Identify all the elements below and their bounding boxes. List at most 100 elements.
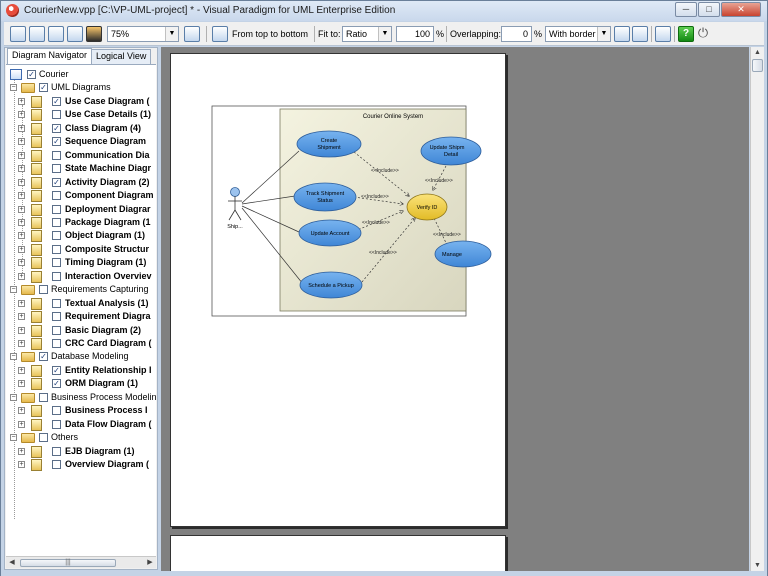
include-checkbox[interactable]: ✓ (39, 352, 48, 362)
tree-item[interactable]: + Interaction Overviev (6, 270, 156, 283)
expand-icon[interactable]: + (18, 407, 25, 415)
expand-icon[interactable]: + (18, 151, 25, 159)
tree-item[interactable]: + Deployment Diagrar (6, 203, 156, 216)
tree-group[interactable]: − Requirements Capturing (6, 283, 156, 296)
grayscale-toggle-icon[interactable] (86, 26, 102, 42)
include-checkbox[interactable] (52, 204, 61, 214)
tree-group[interactable]: − ✓ UML Diagrams (6, 81, 156, 94)
expand-icon[interactable]: + (18, 326, 25, 334)
collapse-icon[interactable]: − (10, 84, 17, 92)
tree-item[interactable]: + ✓ Sequence Diagram (6, 135, 156, 149)
include-checkbox[interactable]: ✓ (52, 123, 61, 133)
include-checkbox[interactable] (52, 191, 61, 201)
expand-icon[interactable]: + (18, 232, 25, 240)
tree-item[interactable]: + Basic Diagram (2) (6, 324, 156, 337)
include-checkbox[interactable] (52, 406, 61, 416)
tree-item[interactable]: + Package Diagram (1 (6, 216, 156, 229)
scroll-thumb[interactable]: ||| (20, 559, 116, 567)
print-options-icon[interactable] (655, 26, 671, 42)
tree-item[interactable]: + State Machine Diagr (6, 162, 156, 176)
include-checkbox[interactable]: ✓ (52, 379, 61, 389)
include-checkbox[interactable]: ✓ (39, 83, 48, 93)
zoom-select[interactable]: 75% ▼ (107, 26, 179, 42)
tree-item[interactable]: + Overview Diagram ( (6, 458, 156, 472)
scroll-down-icon[interactable]: ▼ (751, 560, 764, 571)
border-mode-select[interactable]: With border ▼ (545, 26, 611, 42)
include-checkbox[interactable] (52, 150, 61, 160)
help-icon[interactable]: ? (678, 26, 694, 42)
expand-icon[interactable]: + (18, 259, 25, 267)
tree-item[interactable]: + CRC Card Diagram ( (6, 337, 156, 350)
tab-logical-view[interactable]: Logical View (91, 49, 152, 64)
include-checkbox[interactable]: ✓ (52, 96, 61, 106)
tree-item[interactable]: + ✓ Entity Relationship I (6, 364, 156, 377)
tab-diagram-navigator[interactable]: Diagram Navigator (7, 48, 93, 64)
include-checkbox[interactable] (52, 271, 61, 281)
include-checkbox[interactable] (52, 258, 61, 268)
tree-item[interactable]: + Use Case Details (1) (6, 108, 156, 122)
scroll-up-icon[interactable]: ▲ (751, 47, 764, 58)
include-checkbox[interactable] (52, 419, 61, 429)
expand-icon[interactable]: + (18, 313, 25, 321)
tree-item[interactable]: + EJB Diagram (1) (6, 445, 156, 458)
tree-item[interactable]: + Component Diagram (6, 189, 156, 203)
horizontal-scrollbar[interactable]: ◀ ||| ▶ (6, 556, 156, 568)
include-checkbox[interactable]: ✓ (52, 177, 61, 187)
expand-icon[interactable]: + (18, 218, 25, 226)
include-checkbox[interactable] (39, 433, 48, 443)
expand-icon[interactable]: + (18, 192, 25, 200)
include-checkbox[interactable] (52, 110, 61, 120)
expand-icon[interactable]: + (18, 461, 25, 469)
include-checkbox[interactable]: ✓ (52, 137, 61, 147)
tree-item[interactable]: + ✓ Class Diagram (4) (6, 122, 156, 135)
power-icon[interactable]: ⏻ (695, 26, 711, 42)
expand-icon[interactable]: + (18, 205, 25, 213)
vertical-scrollbar[interactable]: ▲ ▼ (750, 47, 764, 571)
page-setup-icon[interactable] (29, 26, 45, 42)
expand-icon[interactable]: + (18, 124, 25, 132)
include-checkbox[interactable] (52, 312, 61, 322)
tree-root[interactable]: ✓ Courier (6, 68, 156, 81)
tree-item[interactable]: + Textual Analysis (1) (6, 297, 156, 310)
collapse-icon[interactable]: − (10, 353, 17, 361)
include-checkbox[interactable] (52, 460, 61, 470)
include-checkbox[interactable] (52, 446, 61, 456)
include-checkbox[interactable] (52, 339, 61, 348)
expand-icon[interactable]: + (18, 366, 25, 374)
refresh-icon[interactable] (614, 26, 630, 42)
tree-item[interactable]: + Object Diagram (1) (6, 229, 156, 243)
tree-item[interactable]: + ✓ Activity Diagram (2) (6, 176, 156, 189)
tree-item[interactable]: + ✓ ORM Diagram (1) (6, 377, 156, 391)
tree-item[interactable]: + Business Process I (6, 404, 156, 418)
expand-icon[interactable]: + (18, 178, 25, 186)
expand-icon[interactable]: + (18, 165, 25, 173)
expand-icon[interactable]: + (18, 272, 25, 280)
expand-icon[interactable]: + (18, 420, 25, 428)
close-button[interactable]: ✕ (721, 2, 761, 17)
include-checkbox[interactable] (39, 285, 48, 295)
maximize-button[interactable]: □ (698, 2, 720, 17)
tree-group[interactable]: − ✓ Database Modeling (6, 350, 156, 363)
scroll-left-icon[interactable]: ◀ (7, 558, 17, 568)
page-order-icon[interactable] (212, 26, 228, 42)
expand-icon[interactable]: + (18, 380, 25, 388)
include-checkbox[interactable] (52, 298, 61, 308)
collapse-icon[interactable]: − (10, 393, 17, 401)
expand-icon[interactable]: + (18, 138, 25, 146)
copy-icon[interactable] (67, 26, 83, 42)
scroll-right-icon[interactable]: ▶ (145, 558, 155, 568)
expand-icon[interactable]: + (18, 97, 25, 105)
export-icon[interactable] (48, 26, 64, 42)
expand-icon[interactable]: + (18, 111, 25, 119)
overlapping-input[interactable]: 0 (501, 26, 532, 42)
page-icon[interactable] (632, 26, 648, 42)
tree-item[interactable]: + ✓ Use Case Diagram ( (6, 95, 156, 108)
include-checkbox[interactable] (52, 217, 61, 227)
tree-group[interactable]: − Business Process Modeling (6, 391, 156, 404)
collapse-icon[interactable]: − (10, 434, 17, 442)
expand-icon[interactable]: + (18, 245, 25, 253)
tree-item[interactable]: + Composite Structur (6, 243, 156, 256)
fit-percent-input[interactable]: 100 (396, 26, 434, 42)
layout-grid-icon[interactable] (184, 26, 200, 42)
fit-mode-select[interactable]: Ratio ▼ (342, 26, 392, 42)
